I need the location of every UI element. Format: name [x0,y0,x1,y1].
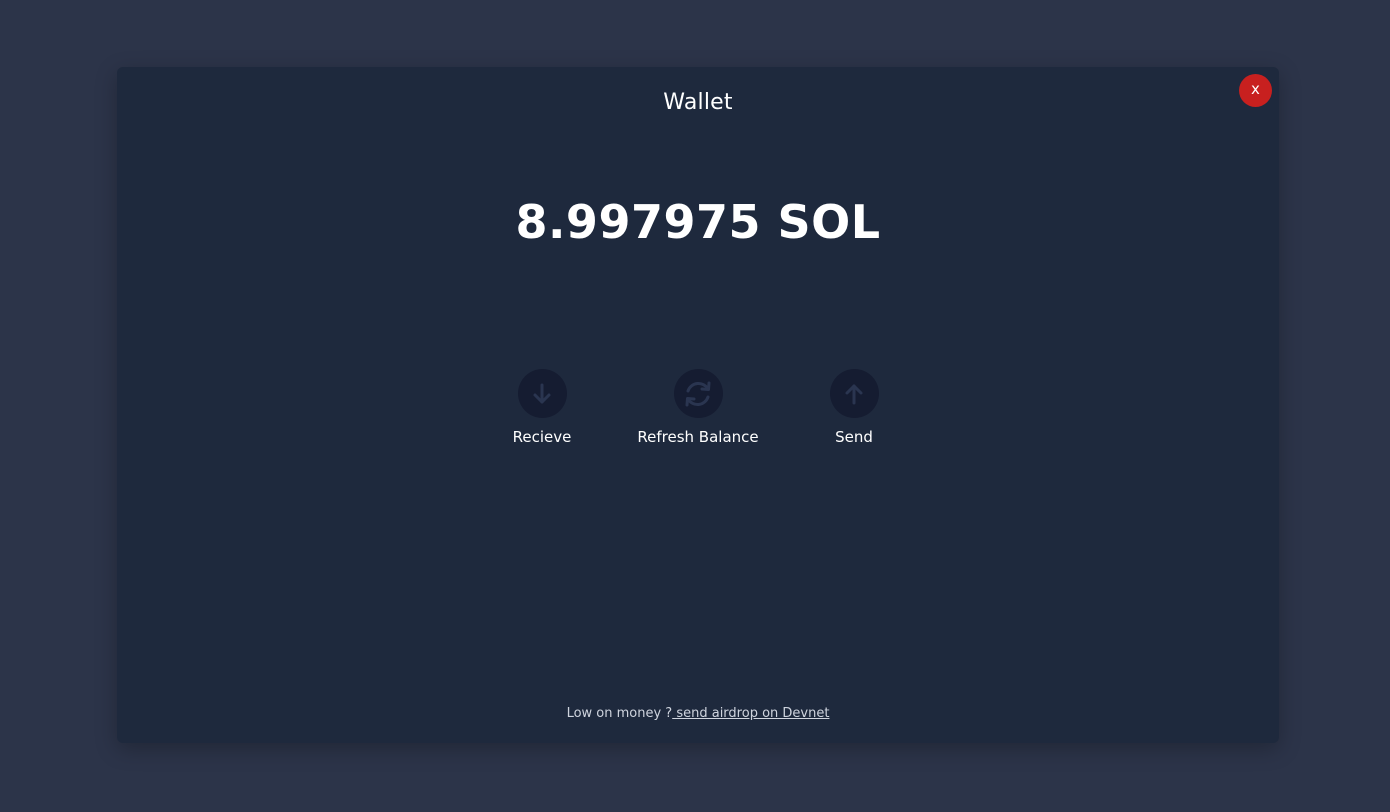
airdrop-footer: Low on money ? send airdrop on Devnet [117,706,1279,721]
arrow-down-icon [533,383,551,403]
send-button[interactable]: Send [774,369,934,446]
airdrop-link[interactable]: send airdrop on Devnet [672,706,829,721]
send-icon-circle [829,369,879,418]
refresh-icon-circle [673,369,723,418]
receive-icon-circle [517,369,567,418]
refresh-icon [685,381,711,406]
wallet-modal: x Wallet 8.997975 SOL Recieve Refresh Ba… [117,67,1279,743]
arrow-up-icon [845,384,863,404]
refresh-balance-label: Refresh Balance [637,428,759,446]
send-label: Send [835,428,873,446]
footer-text: Low on money ? [566,706,673,721]
receive-label: Recieve [512,428,572,446]
balance-value: 8.997975 SOL [515,195,881,249]
modal-title: Wallet [663,90,733,115]
receive-button[interactable]: Recieve [462,369,622,446]
refresh-balance-button[interactable]: Refresh Balance [618,369,778,446]
